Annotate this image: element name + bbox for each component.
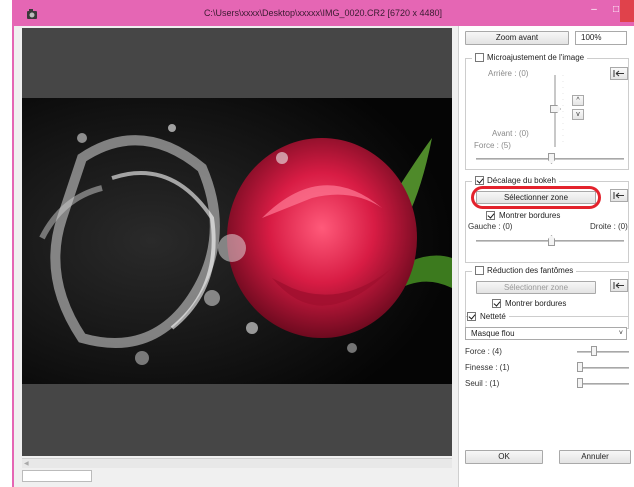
threshold-track	[577, 383, 629, 385]
reset-icon	[613, 192, 624, 199]
image-preview[interactable]	[22, 28, 452, 456]
micro-adjust-group: Microajustement de l'image Arrière : (0)…	[465, 53, 629, 170]
ghost-select-zone-button[interactable]: Sélectionner zone	[476, 281, 596, 294]
ghost-show-borders-checkbox[interactable]	[492, 299, 501, 308]
bokeh-shift-title: Décalage du bokeh	[487, 176, 556, 185]
micro-up-button[interactable]: ^	[572, 95, 584, 106]
bokeh-reset-button[interactable]	[610, 189, 628, 202]
zoom-in-button[interactable]: Zoom avant	[465, 31, 569, 45]
ghost-reset-button[interactable]	[610, 279, 628, 292]
select-zone-highlight	[471, 186, 601, 209]
bokeh-shift-checkbox[interactable]	[475, 176, 484, 185]
chevron-down-icon: ˅	[618, 330, 623, 337]
micro-force-label: Force : (5)	[474, 141, 511, 150]
reset-icon	[613, 282, 624, 289]
micro-down-button[interactable]: v	[572, 109, 584, 120]
fineness-track	[577, 367, 629, 369]
micro-adjust-checkbox[interactable]	[475, 53, 484, 62]
front-label: Avant : (0)	[492, 129, 529, 138]
sharpness-title: Netteté	[480, 312, 506, 321]
ghost-reduction-checkbox[interactable]	[475, 266, 484, 275]
ghost-show-borders-label: Montrer bordures	[505, 299, 567, 308]
dialog-content: ◀ Zoom avant 100% Microajustement de l'i…	[14, 26, 634, 487]
fineness-slider[interactable]	[577, 362, 583, 372]
bokeh-slider[interactable]	[548, 235, 555, 246]
title-bar[interactable]: C:\Users\xxxx\Desktop\xxxxx\IMG_0020.CR2…	[12, 0, 634, 26]
settings-panel: Zoom avant 100% Microajustement de l'ima…	[458, 26, 634, 487]
right-label: Droite : (0)	[590, 222, 628, 231]
micro-reset-button[interactable]	[610, 67, 628, 80]
sharpness-force-label: Force : (4)	[465, 347, 502, 356]
fineness-label: Finesse : (1)	[465, 363, 510, 372]
micro-force-slider[interactable]	[548, 153, 555, 164]
preview-photo	[22, 98, 452, 384]
window-title: C:\Users\xxxx\Desktop\xxxxx\IMG_0020.CR2…	[203, 8, 443, 18]
back-label: Arrière : (0)	[488, 69, 529, 78]
app-window: C:\Users\xxxx\Desktop\xxxxx\IMG_0020.CR2…	[12, 0, 634, 487]
sharpness-group: Netteté Masque flou ˅ Force : (4) Finess…	[465, 312, 629, 402]
ghost-reduction-title: Réduction des fantômes	[487, 266, 574, 275]
micro-vertical-slider[interactable]	[550, 105, 561, 113]
ok-button[interactable]: OK	[465, 450, 543, 464]
sharpness-force-slider[interactable]	[591, 346, 597, 356]
reset-icon	[613, 70, 624, 77]
scroll-left-icon[interactable]: ◀	[24, 460, 29, 467]
sharpness-mode-select[interactable]: Masque flou ˅	[465, 327, 627, 340]
bokeh-show-borders-label: Montrer bordures	[499, 211, 561, 220]
horizontal-scrollbar[interactable]: ◀	[22, 458, 452, 468]
threshold-label: Seuil : (1)	[465, 379, 500, 388]
close-button[interactable]	[620, 0, 634, 22]
cancel-button[interactable]: Annuler	[559, 450, 631, 464]
left-label: Gauche : (0)	[468, 222, 513, 231]
sharpness-force-track	[577, 351, 629, 353]
threshold-slider[interactable]	[577, 378, 583, 388]
bokeh-show-borders-checkbox[interactable]	[486, 211, 495, 220]
minimize-button[interactable]: –	[582, 0, 606, 22]
micro-adjust-title: Microajustement de l'image	[487, 53, 585, 62]
bokeh-shift-group: Décalage du bokeh Sélectionner zone Mont…	[465, 176, 629, 263]
status-bar	[22, 470, 92, 482]
zoom-level-select[interactable]: 100%	[575, 31, 627, 45]
sharpness-mode-value: Masque flou	[471, 329, 515, 338]
sharpness-checkbox[interactable]	[467, 312, 476, 321]
